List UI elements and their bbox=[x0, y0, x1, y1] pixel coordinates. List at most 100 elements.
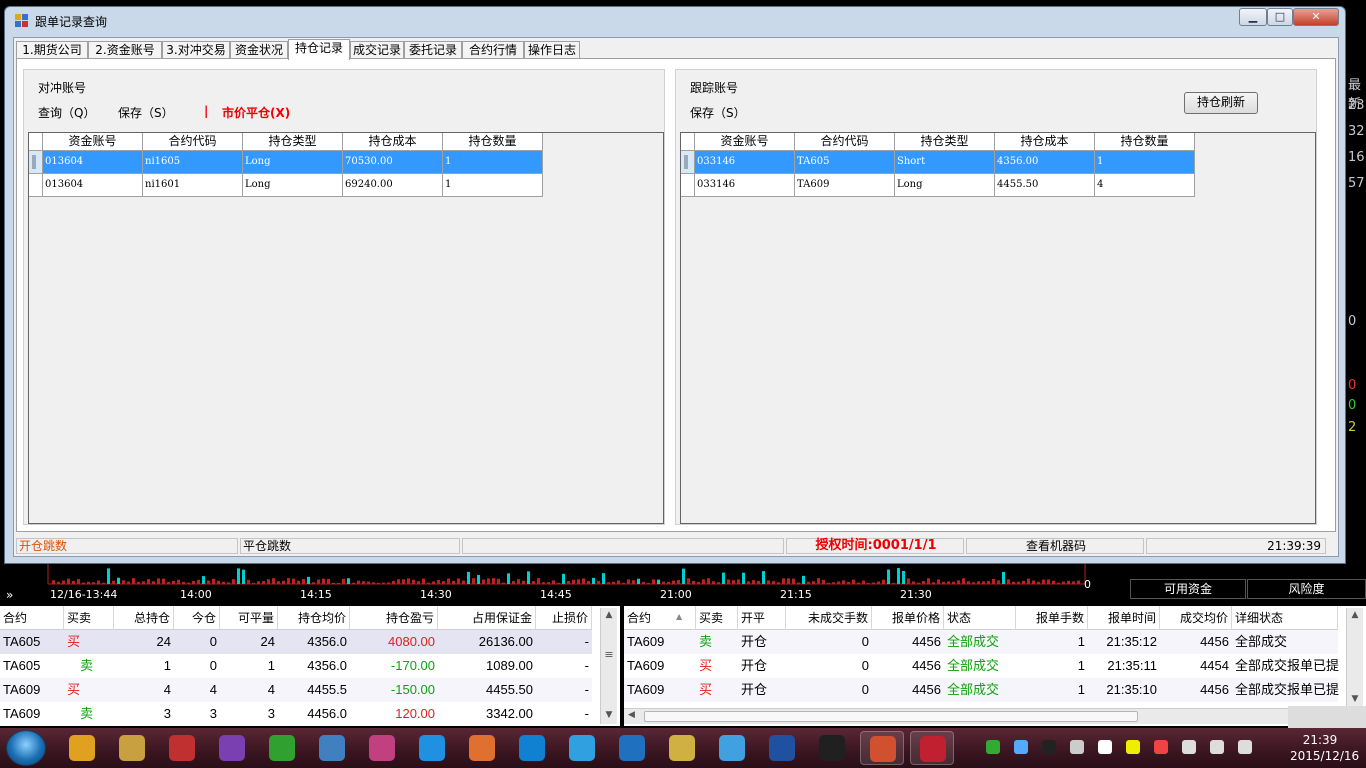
list-column-header[interactable]: 报单手数 bbox=[1016, 606, 1088, 630]
list-column-header[interactable]: 报单时间 bbox=[1088, 606, 1160, 630]
volume-tray-icon[interactable] bbox=[1014, 740, 1028, 754]
scroll-thumb[interactable] bbox=[644, 711, 1138, 722]
tab-7[interactable]: 委托记录 bbox=[404, 41, 462, 59]
tab-5[interactable]: 持仓记录 bbox=[288, 39, 350, 60]
grid-column-header[interactable]: 合约代码 bbox=[795, 133, 895, 151]
grid-cell[interactable]: 033146 bbox=[695, 151, 795, 174]
windows-tray-icon[interactable] bbox=[1098, 740, 1112, 754]
phone-icon[interactable] bbox=[1182, 740, 1196, 754]
machine-code-button[interactable]: 查看机器码 bbox=[966, 538, 1144, 554]
start-button[interactable] bbox=[6, 730, 46, 766]
tab-8[interactable]: 合约行情 bbox=[462, 41, 524, 59]
taskbar-button[interactable] bbox=[810, 731, 854, 765]
taskbar-button[interactable] bbox=[610, 731, 654, 765]
grid-row-header[interactable] bbox=[29, 151, 43, 174]
orders-vscroll[interactable]: ▲ ▼ bbox=[1346, 608, 1363, 708]
grid-row-header[interactable] bbox=[681, 151, 695, 174]
grid-cell[interactable]: TA609 bbox=[795, 174, 895, 197]
list-column-header[interactable]: 未成交手数 bbox=[786, 606, 872, 630]
taskbar-button[interactable] bbox=[210, 731, 254, 765]
scroll-down-icon[interactable]: ▼ bbox=[604, 710, 614, 720]
positions-list[interactable]: 合约 买卖 总持仓 今仓 可平量 持仓均价 持仓盈亏 占用保证金 止损价 TA605 买 24 0 24 4… bbox=[0, 606, 620, 726]
follow-positions-grid[interactable]: 资金账号 合约代码 持仓类型 持仓成本 持仓数量 033146 TA605 Short 4356… bbox=[680, 132, 1316, 524]
list-column-header[interactable]: 持仓盈亏 bbox=[350, 606, 438, 630]
open-jump-field[interactable]: 开仓跳数 bbox=[16, 538, 238, 554]
grid-cell[interactable]: 70530.00 bbox=[343, 151, 443, 174]
grid-cell[interactable]: Long bbox=[895, 174, 995, 197]
taskbar-button[interactable] bbox=[660, 731, 704, 765]
tab-9[interactable]: 操作日志 bbox=[524, 41, 580, 59]
speaker-icon[interactable] bbox=[1238, 740, 1252, 754]
clock[interactable]: 21:39 2015/12/16 bbox=[1290, 732, 1359, 764]
grid-column-header[interactable]: 持仓数量 bbox=[443, 133, 543, 151]
grid-column-header[interactable]: 持仓数量 bbox=[1095, 133, 1195, 151]
list-column-header[interactable]: 占用保证金 bbox=[438, 606, 536, 630]
maximize-button[interactable]: □ bbox=[1267, 8, 1293, 26]
list-column-header[interactable]: 合约 bbox=[0, 606, 64, 630]
market-close-button[interactable]: 市价平仓(X) bbox=[222, 104, 290, 121]
grid-cell[interactable]: 69240.00 bbox=[343, 174, 443, 197]
tab-4[interactable]: 资金状况 bbox=[230, 41, 288, 59]
list-column-header[interactable]: 合约 bbox=[624, 606, 696, 630]
taskbar-button[interactable] bbox=[910, 731, 954, 765]
taskbar-button[interactable] bbox=[60, 731, 104, 765]
list-column-header[interactable]: 买卖 bbox=[64, 606, 114, 630]
list-column-header[interactable]: 买卖 bbox=[696, 606, 738, 630]
grid-cell[interactable]: Long bbox=[243, 151, 343, 174]
qq-tray-icon[interactable] bbox=[1042, 740, 1056, 754]
grid-cell[interactable]: 4455.50 bbox=[995, 174, 1095, 197]
grid-column-header[interactable]: 资金账号 bbox=[43, 133, 143, 151]
save-button[interactable]: 保存（S） bbox=[690, 104, 746, 121]
grid-cell[interactable]: TA605 bbox=[795, 151, 895, 174]
taskbar-button[interactable] bbox=[410, 731, 454, 765]
query-button[interactable]: 查询（Q） bbox=[38, 104, 95, 121]
list-column-header[interactable]: 开平 bbox=[738, 606, 786, 630]
list-column-header[interactable]: 可平量 bbox=[220, 606, 278, 630]
grid-cell[interactable]: Short bbox=[895, 151, 995, 174]
list-column-header[interactable]: 止损价 bbox=[536, 606, 592, 630]
minimize-button[interactable]: ▁ bbox=[1239, 8, 1267, 26]
grid-cell[interactable]: 1 bbox=[443, 174, 543, 197]
signal-icon[interactable] bbox=[1210, 740, 1224, 754]
scroll-left-icon[interactable]: ◀ bbox=[628, 710, 635, 720]
grid-column-header[interactable]: 持仓类型 bbox=[895, 133, 995, 151]
refresh-positions-button[interactable]: 持仓刷新 bbox=[1184, 92, 1258, 114]
grid-cell[interactable]: ni1605 bbox=[143, 151, 243, 174]
expand-arrow-icon[interactable]: » bbox=[6, 588, 13, 602]
title-bar[interactable]: 跟单记录查询 ▁ □ ✕ bbox=[5, 7, 1345, 33]
taskbar-button[interactable] bbox=[460, 731, 504, 765]
save-button[interactable]: 保存（S） bbox=[118, 104, 174, 121]
list-column-header[interactable]: 状态 bbox=[944, 606, 1016, 630]
ime-icon[interactable] bbox=[1070, 740, 1084, 754]
positions-scrollbar[interactable]: ▲ ≡ ▼ bbox=[600, 608, 617, 724]
scroll-down-icon[interactable]: ▼ bbox=[1350, 694, 1360, 704]
grid-cell[interactable]: 4356.00 bbox=[995, 151, 1095, 174]
list-column-header[interactable]: 成交均价 bbox=[1160, 606, 1232, 630]
tab-2[interactable]: 2.资金账号 bbox=[88, 41, 162, 59]
list-column-header[interactable]: 报单价格 bbox=[872, 606, 944, 630]
tab-3[interactable]: 3.对冲交易 bbox=[162, 41, 230, 59]
grid-cell[interactable]: 013604 bbox=[43, 151, 143, 174]
scroll-up-icon[interactable]: ▲ bbox=[1350, 610, 1360, 620]
battery-icon[interactable] bbox=[986, 740, 1000, 754]
grid-cell[interactable]: 033146 bbox=[695, 174, 795, 197]
grid-column-header[interactable]: 资金账号 bbox=[695, 133, 795, 151]
list-column-header[interactable]: 持仓均价 bbox=[278, 606, 350, 630]
grid-cell[interactable]: ni1601 bbox=[143, 174, 243, 197]
grid-cell[interactable]: 4 bbox=[1095, 174, 1195, 197]
list-column-header[interactable]: 详细状态 bbox=[1232, 606, 1338, 630]
tab-1[interactable]: 1.期货公司 bbox=[16, 41, 88, 59]
taskbar-button[interactable] bbox=[160, 731, 204, 765]
taskbar-button[interactable] bbox=[710, 731, 754, 765]
grid-row-header[interactable] bbox=[29, 174, 43, 197]
taskbar-button[interactable] bbox=[260, 731, 304, 765]
plus-tray-icon[interactable] bbox=[1126, 740, 1140, 754]
grid-column-header[interactable]: 持仓成本 bbox=[995, 133, 1095, 151]
orders-hscroll[interactable]: ◀ ▶ bbox=[624, 708, 1344, 724]
grid-cell[interactable]: 1 bbox=[1095, 151, 1195, 174]
taskbar-button[interactable] bbox=[760, 731, 804, 765]
scroll-up-icon[interactable]: ▲ bbox=[604, 610, 614, 620]
taskbar-button[interactable] bbox=[360, 731, 404, 765]
hedge-positions-grid[interactable]: 资金账号 合约代码 持仓类型 持仓成本 持仓数量 013604 ni1605 Long 7053… bbox=[28, 132, 664, 524]
tab-6[interactable]: 成交记录 bbox=[350, 41, 404, 59]
